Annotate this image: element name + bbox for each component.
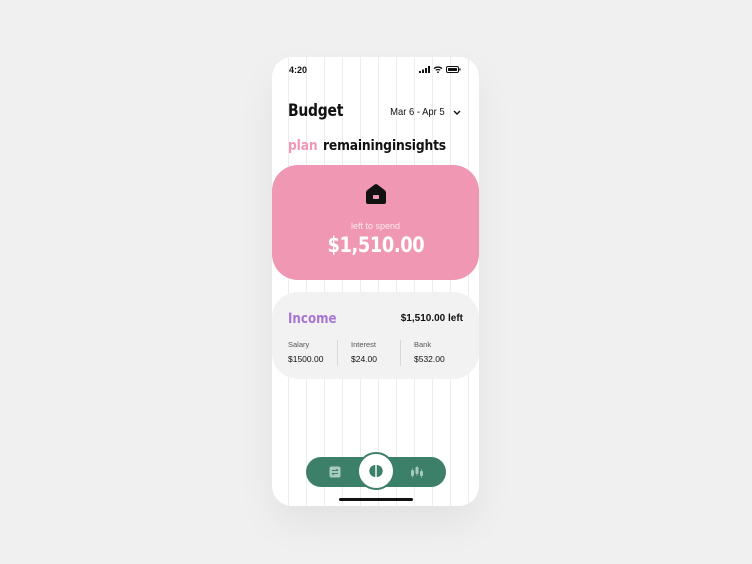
income-sources: Salary $1500.00 Interest $24.00 Bank $53… — [288, 340, 463, 366]
bottom-nav — [306, 452, 446, 490]
tab-insights[interactable]: insights — [392, 137, 446, 155]
date-range-label: Mar 6 - Apr 5 — [390, 106, 445, 118]
tab-insights-label: insights — [392, 138, 446, 154]
income-source-label: Salary — [288, 340, 310, 349]
status-bar: 4:20 — [272, 57, 479, 83]
date-range-selector[interactable]: Mar 6 - Apr 5 — [384, 106, 461, 118]
nav-stocks-button[interactable] — [402, 457, 432, 487]
income-source-label: Bank — [414, 340, 432, 349]
income-source-label: Interest — [351, 340, 377, 349]
income-source-value: $24.00 — [351, 354, 377, 364]
income-card[interactable]: Income $1,510.00 left Salary $1500.00 In… — [272, 292, 479, 379]
tab-remaining[interactable]: remaining — [323, 137, 392, 155]
battery-icon — [446, 66, 461, 73]
income-source: Salary $1500.00 — [288, 340, 337, 366]
tab-plan[interactable]: plan — [288, 137, 318, 155]
nav-transactions-button[interactable] — [320, 457, 350, 487]
tab-remaining-label: remaining — [323, 138, 392, 154]
left-to-spend-card[interactable]: left to spend $1,510.00 — [272, 165, 479, 280]
income-source: Bank $532.00 — [400, 340, 463, 366]
page-title: Budget — [288, 101, 344, 121]
tab-plan-label: plan — [288, 138, 318, 154]
income-source-value: $1500.00 — [288, 354, 324, 364]
amount-value: $1,510.00 — [327, 233, 424, 257]
income-left: $1,510.00 left — [400, 313, 463, 324]
income-source-value: $532.00 — [414, 354, 445, 364]
transactions-icon — [329, 466, 341, 478]
nav-budget-button[interactable] — [357, 452, 395, 490]
income-source: Interest $24.00 — [337, 340, 400, 366]
chevron-down-icon — [453, 110, 461, 115]
stocks-icon — [411, 466, 423, 478]
budget-icon — [369, 465, 383, 477]
left-to-spend-label: left to spend — [350, 221, 401, 231]
status-icons — [419, 66, 461, 73]
page-header: Budget Mar 6 - Apr 5 — [288, 101, 461, 125]
wifi-icon — [433, 66, 443, 73]
phone-screen: 4:20 Budget Mar 6 - Apr 5 plan remaining… — [272, 57, 479, 506]
home-icon — [366, 184, 386, 204]
status-time: 4:20 — [289, 65, 308, 75]
income-title: Income — [288, 311, 337, 327]
home-indicator[interactable] — [339, 498, 413, 501]
left-to-spend-amount: $1,510.00 — [272, 233, 479, 257]
signal-icon — [419, 66, 430, 73]
budget-tabs: plan remaining insights — [288, 137, 446, 155]
